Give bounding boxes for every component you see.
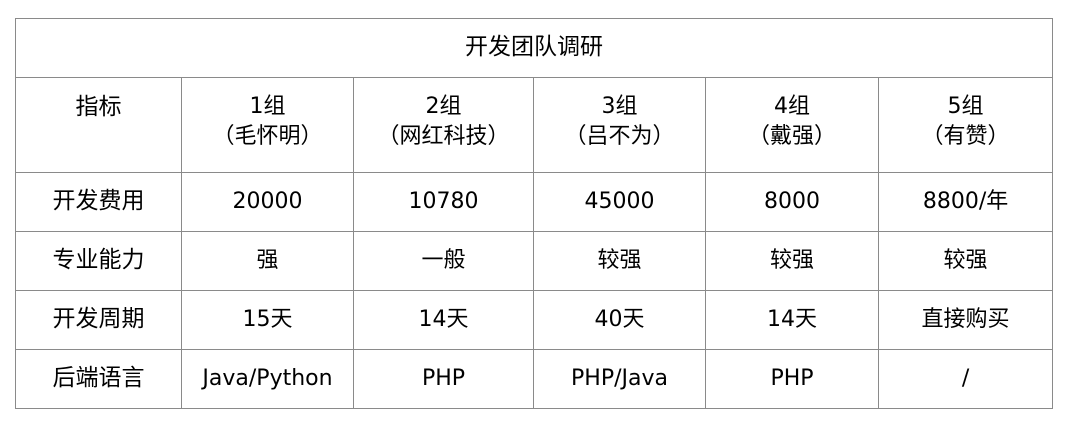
group-name: 3组 (601, 94, 638, 119)
group-member: （网红科技） (377, 123, 510, 149)
dev-team-survey-table: 开发团队调研 指标 1组 （毛怀明） 2组 （网红科技） 3组 （吕不为） 4组… (14, 18, 1054, 409)
group-name: 2组 (425, 94, 462, 119)
table-cell: 一般 (353, 231, 534, 291)
table-cell: 15天 (181, 290, 354, 350)
table-row-dev-cost: 开发费用 20000 10780 45000 8000 8800/年 (15, 172, 1054, 232)
table-cell: 40天 (533, 290, 706, 350)
group-name: 1组 (249, 94, 286, 119)
corner-header: 指标 (15, 77, 182, 173)
row-label: 开发费用 (15, 172, 182, 232)
table-cell: PHP/Java (533, 349, 706, 409)
column-header-group-4: 4组 （戴强） (705, 77, 879, 173)
table-row-dev-cycle: 开发周期 15天 14天 40天 14天 直接购买 (15, 290, 1054, 350)
group-name: 5组 (947, 94, 984, 119)
table-row-backend-language: 后端语言 Java/Python PHP PHP/Java PHP / (15, 349, 1054, 409)
column-header-group-5: 5组 （有赞） (877, 77, 1054, 173)
group-member: （吕不为） (564, 123, 675, 149)
table-cell: PHP (705, 349, 879, 409)
group-member: （有赞） (921, 123, 1010, 149)
table-cell: 较强 (533, 231, 706, 291)
table-cell: 直接购买 (877, 290, 1054, 350)
table-cell: PHP (353, 349, 534, 409)
row-label: 后端语言 (15, 349, 182, 409)
table-header-row: 指标 1组 （毛怀明） 2组 （网红科技） 3组 （吕不为） 4组 （戴强） 5… (15, 77, 1054, 173)
table-cell: 14天 (705, 290, 879, 350)
table-cell: 8000 (705, 172, 879, 232)
table-cell: 14天 (353, 290, 534, 350)
column-header-group-1: 1组 （毛怀明） (181, 77, 354, 173)
survey-table-container: 开发团队调研 指标 1组 （毛怀明） 2组 （网红科技） 3组 （吕不为） 4组… (14, 18, 1054, 409)
table-cell: 较强 (705, 231, 879, 291)
table-cell: 强 (181, 231, 354, 291)
table-cell: / (877, 349, 1054, 409)
column-header-group-2: 2组 （网红科技） (353, 77, 534, 173)
table-cell: 8800/年 (877, 172, 1054, 232)
table-cell: Java/Python (181, 349, 354, 409)
group-member: （戴强） (747, 123, 836, 149)
table-row-capability: 专业能力 强 一般 较强 较强 较强 (15, 231, 1054, 291)
group-member: （毛怀明） (212, 123, 323, 149)
table-title-row: 开发团队调研 (14, 18, 1054, 78)
table-title: 开发团队调研 (14, 18, 1054, 78)
table-cell: 20000 (181, 172, 354, 232)
column-header-group-3: 3组 （吕不为） (533, 77, 706, 173)
table-cell: 10780 (353, 172, 534, 232)
table-cell: 较强 (877, 231, 1054, 291)
row-label: 专业能力 (15, 231, 182, 291)
group-name: 4组 (774, 94, 810, 119)
row-label: 开发周期 (15, 290, 182, 350)
table-cell: 45000 (533, 172, 706, 232)
